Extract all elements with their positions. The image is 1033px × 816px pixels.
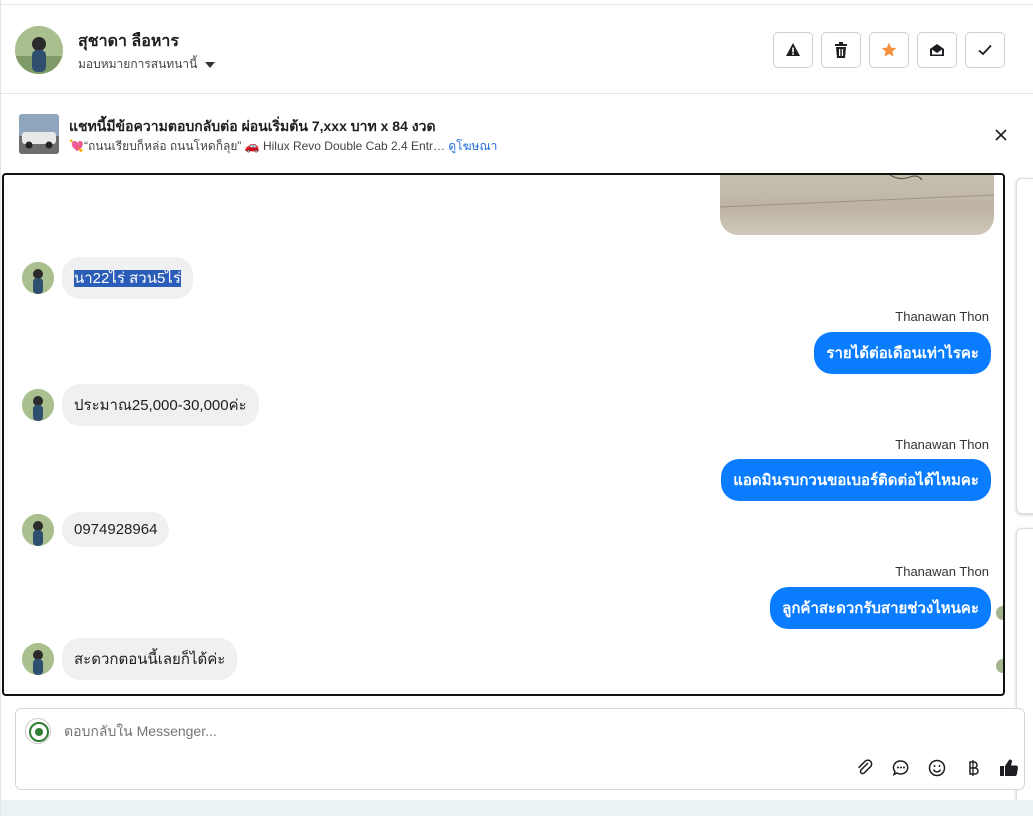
- like-icon: [1000, 759, 1019, 777]
- attach-icon: [858, 759, 873, 775]
- contact-name[interactable]: สุชาดา ลือหาร: [78, 29, 179, 54]
- message-bubble[interactable]: ประมาณ25,000-30,000ค่ะ: [62, 384, 259, 426]
- selected-text: นา22ไร่ สวน5ไร่: [74, 270, 181, 287]
- view-ad-link[interactable]: ดูโฆษณา: [448, 139, 497, 153]
- star-icon: [881, 42, 897, 57]
- close-banner-button[interactable]: [991, 125, 1011, 145]
- ad-subtitle: 💘“ถนนเรียบก็หล่อ ถนนโหดก็ลุย” 🚗 Hilux Re…: [69, 137, 497, 156]
- page-avatar: [25, 718, 51, 744]
- message-bubble[interactable]: 0974928964: [62, 512, 170, 547]
- trash-icon: [835, 42, 847, 58]
- saved-reply-icon: [892, 760, 909, 776]
- sender-name: Thanawan Thon: [895, 564, 989, 579]
- delete-button[interactable]: [821, 32, 861, 68]
- close-icon: [995, 129, 1007, 141]
- contact-avatar-small: [22, 262, 54, 294]
- done-icon: [978, 44, 992, 56]
- image-message[interactable]: [720, 175, 994, 235]
- inbox-conversation: สุชาดา ลือหาร มอบหมายการสนทนานี้ แชทนี้ม…: [0, 0, 1033, 816]
- caret-down-icon[interactable]: [205, 61, 216, 68]
- ad-thumbnail[interactable]: [19, 114, 59, 154]
- reply-composer: [15, 708, 1025, 790]
- saved-replies-button[interactable]: [890, 757, 912, 779]
- message-bubble[interactable]: นา22ไร่ สวน5ไร่: [62, 257, 193, 299]
- incoming-message: สะดวกตอนนี้เลยก็ได้ค่ะ: [22, 638, 238, 680]
- mark-spam-button[interactable]: [773, 32, 813, 68]
- mark-unread-icon: [930, 44, 944, 56]
- emoji-button[interactable]: [926, 757, 948, 779]
- message-bubble[interactable]: สะดวกตอนนี้เลยก็ได้ค่ะ: [62, 638, 238, 680]
- conversation-header: สุชาดา ลือหาร มอบหมายการสนทนานี้: [1, 4, 1033, 94]
- ad-description: 💘“ถนนเรียบก็หล่อ ถนนโหดก็ลุย” 🚗 Hilux Re…: [69, 139, 446, 153]
- ad-title: แชทนี้มีข้อความตอบกลับต่อ ผ่อนเริ่มต้น 7…: [69, 118, 436, 134]
- sender-name: Thanawan Thon: [895, 437, 989, 452]
- sender-name: Thanawan Thon: [895, 309, 989, 324]
- mark-unread-button[interactable]: [917, 32, 957, 68]
- contact-avatar[interactable]: [15, 26, 63, 74]
- spam-icon: [786, 43, 800, 56]
- outgoing-message[interactable]: ลูกค้าสะดวกรับสายช่วงไหนคะ: [770, 587, 991, 629]
- message-thread[interactable]: นา22ไร่ สวน5ไร่ Thanawan Thon รายได้ต่อเ…: [2, 173, 1005, 696]
- composer-toolbar: [854, 757, 1020, 779]
- seen-indicator-avatar: [996, 606, 1003, 620]
- attach-button[interactable]: [854, 757, 876, 779]
- like-button[interactable]: [998, 757, 1020, 779]
- star-button[interactable]: [869, 32, 909, 68]
- page-footer-strip: [1, 800, 1033, 816]
- header-actions: [773, 32, 1005, 68]
- emoji-icon: [928, 759, 946, 777]
- incoming-message: 0974928964: [22, 512, 170, 547]
- outgoing-message[interactable]: แอดมินรบกวนขอเบอร์ติดต่อได้ไหมคะ: [721, 459, 991, 501]
- side-panel-card: [1016, 178, 1033, 514]
- contact-avatar-small: [22, 513, 54, 546]
- assign-label: มอบหมายการสนทนานี้: [78, 57, 198, 71]
- assign-conversation[interactable]: มอบหมายการสนทนานี้: [78, 55, 216, 74]
- ad-context-banner: แชทนี้มีข้อความตอบกลับต่อ ผ่อนเริ่มต้น 7…: [1, 95, 1033, 172]
- read-receipt-avatar: [996, 659, 1003, 673]
- incoming-message: นา22ไร่ สวน5ไร่: [22, 257, 193, 299]
- baht-icon: [969, 760, 979, 776]
- contact-avatar-small: [22, 643, 54, 675]
- contact-avatar-small: [22, 389, 54, 421]
- incoming-message: ประมาณ25,000-30,000ค่ะ: [22, 384, 259, 426]
- payment-button[interactable]: [962, 757, 984, 779]
- mark-done-button[interactable]: [965, 32, 1005, 68]
- reply-input[interactable]: [64, 723, 824, 739]
- outgoing-message[interactable]: รายได้ต่อเดือนเท่าไรคะ: [814, 332, 991, 374]
